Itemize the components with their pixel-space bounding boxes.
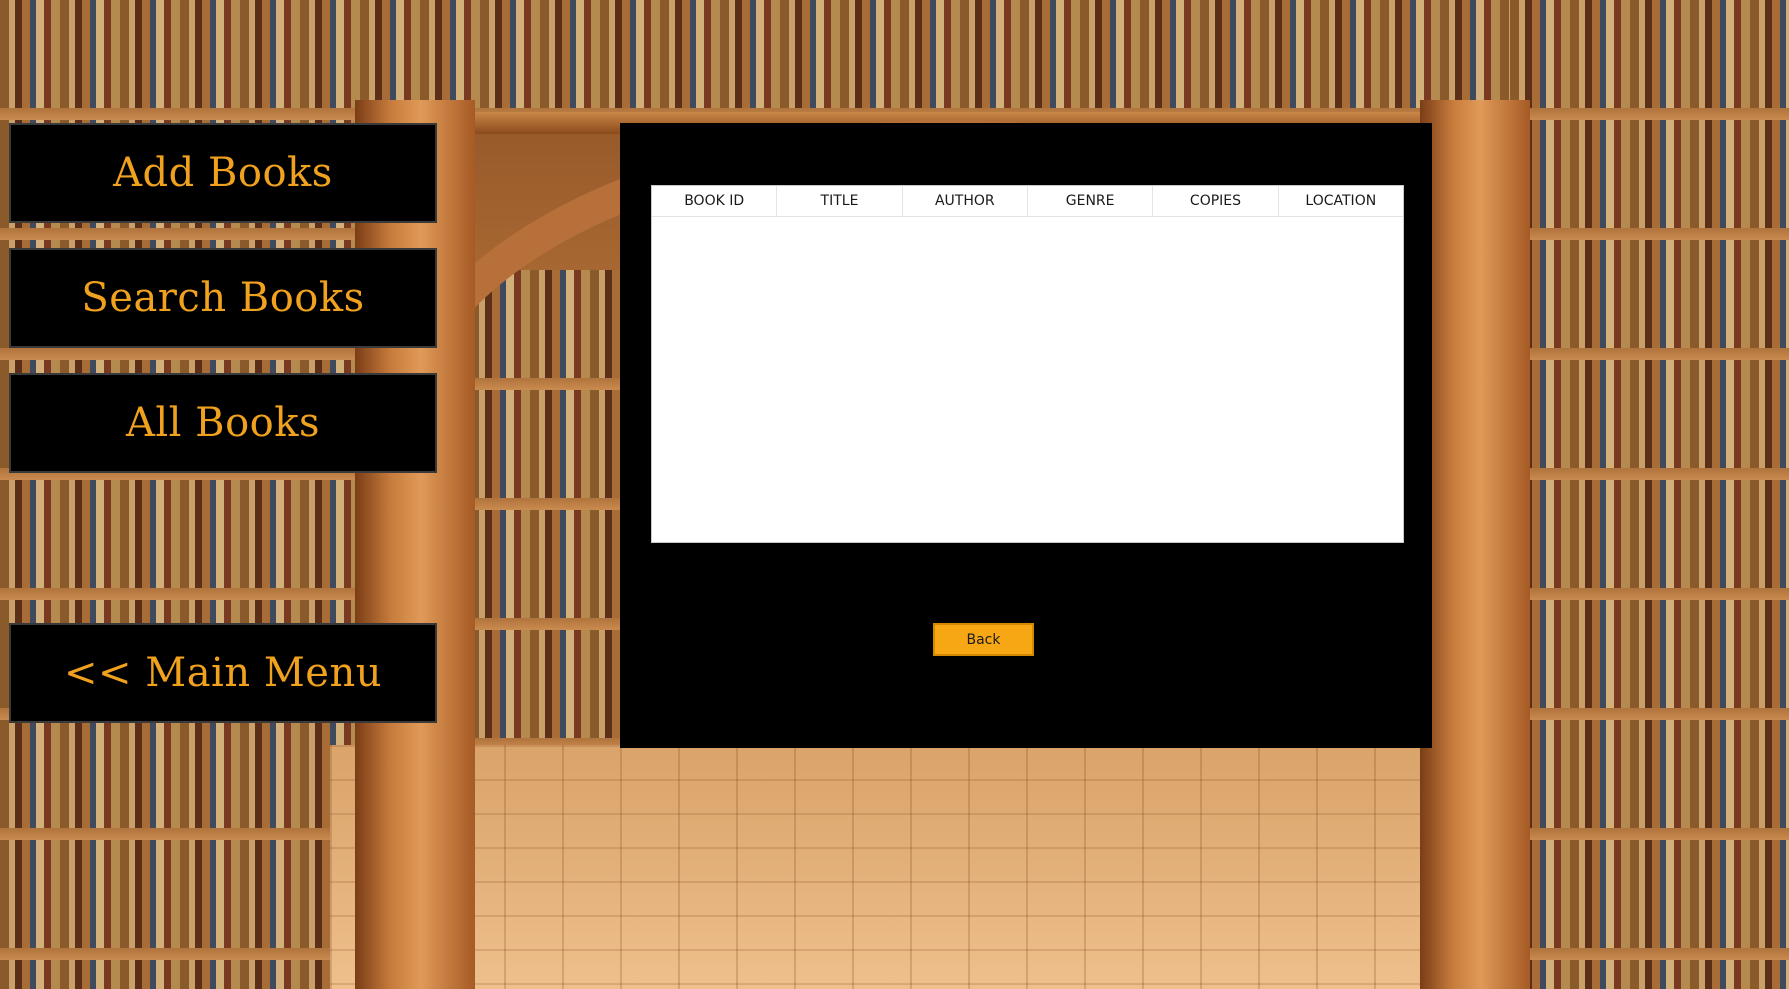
table-body[interactable] xyxy=(652,217,1403,542)
search-books-button[interactable]: Search Books xyxy=(9,248,437,348)
bookshelf-right xyxy=(1510,0,1789,989)
books-table[interactable]: BOOK ID TITLE AUTHOR GENRE COPIES LOCATI… xyxy=(651,185,1404,543)
column-header-book-id[interactable]: BOOK ID xyxy=(652,186,778,216)
back-button[interactable]: Back xyxy=(933,623,1034,656)
table-header: BOOK ID TITLE AUTHOR GENRE COPIES LOCATI… xyxy=(652,186,1403,217)
wooden-floor xyxy=(330,745,1480,989)
column-header-author[interactable]: AUTHOR xyxy=(903,186,1028,216)
wooden-pillar-left xyxy=(355,100,475,989)
column-header-genre[interactable]: GENRE xyxy=(1028,186,1154,216)
books-panel: BOOK ID TITLE AUTHOR GENRE COPIES LOCATI… xyxy=(620,123,1432,748)
bookshelf-top xyxy=(360,0,1510,120)
column-header-title[interactable]: TITLE xyxy=(777,186,903,216)
add-books-button[interactable]: Add Books xyxy=(9,123,437,223)
wooden-pillar-right xyxy=(1420,100,1530,989)
column-header-location[interactable]: LOCATION xyxy=(1279,186,1403,216)
column-header-copies[interactable]: COPIES xyxy=(1153,186,1279,216)
all-books-button[interactable]: All Books xyxy=(9,373,437,473)
main-menu-button[interactable]: << Main Menu xyxy=(9,623,437,723)
